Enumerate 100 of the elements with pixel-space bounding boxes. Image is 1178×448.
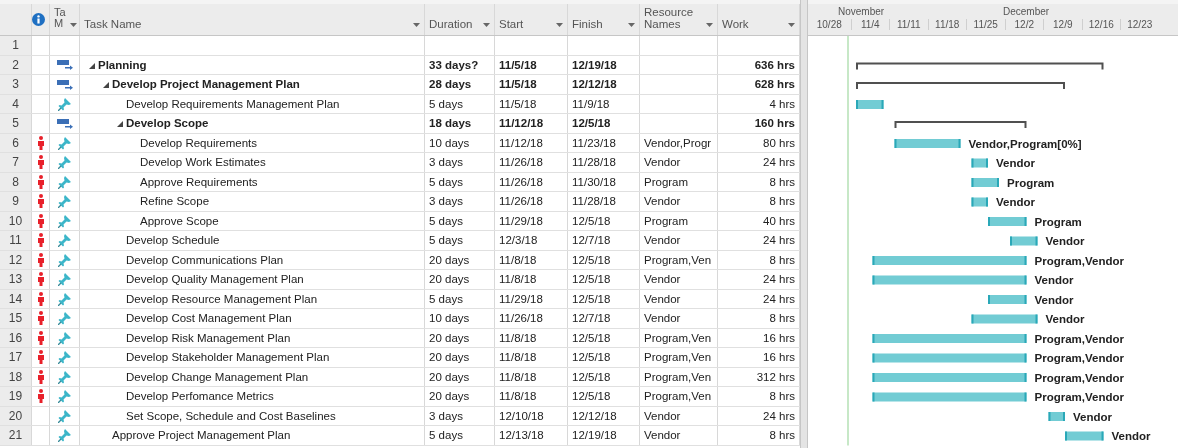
column-header[interactable]: Task Name [84,18,142,30]
resource-names: Program,Ven [644,253,712,266]
bar-label: Vendor [996,196,1035,208]
task-bar[interactable] [971,158,988,168]
row-number: 1 [12,38,19,53]
resource-names: Vendor [644,312,681,325]
task-name: Planning [98,58,147,71]
finish-date: 11/28/18 [572,195,616,208]
column-header[interactable]: Resource Names [644,5,696,30]
task-bar[interactable] [872,334,1027,343]
start-date: 11/29/18 [499,292,543,305]
finish-date: 12/5/18 [572,390,611,403]
row-number: 19 [8,389,23,404]
week-label: 12/23 [1127,19,1153,30]
duration-cell: 28 days [429,78,472,91]
task-bar[interactable] [971,178,999,187]
task-name: Develop Change Management Plan [126,370,309,383]
column-header[interactable]: Finish [572,18,603,30]
task-bar[interactable] [856,100,884,109]
task-bar[interactable] [971,197,988,207]
start-date: 11/12/18 [499,117,544,130]
task-bar[interactable] [1048,412,1065,421]
splitter-bar[interactable] [800,0,808,448]
dropdown-caret-icon[interactable] [483,23,490,27]
dropdown-caret-icon[interactable] [556,23,563,27]
task-bar[interactable] [1065,431,1104,441]
resource-names: Program [644,214,689,227]
start-date: 11/26/18 [499,175,543,188]
task-bar[interactable] [988,295,1027,304]
duration-cell: 3 days [429,195,463,208]
resource-names: Vendor,Progr [644,136,712,149]
task-bar[interactable] [988,217,1027,226]
finish-date: 12/12/18 [572,409,617,422]
week-label: 10/28 [816,19,842,30]
task-name: Develop Scope [126,117,209,130]
row-number: 15 [8,311,23,326]
resource-names: Vendor [644,292,681,305]
dropdown-caret-icon[interactable] [706,23,713,27]
duration-cell: 3 days [429,409,463,422]
start-date: 11/8/18 [499,331,537,344]
task-bar[interactable] [1010,236,1038,246]
task-name: Set Scope, Schedule and Cost Baselines [126,409,336,422]
start-date: 11/8/18 [499,370,537,383]
bar-label: Vendor [1073,410,1112,423]
column-header[interactable]: Duration [429,18,473,30]
summary-bar[interactable] [856,62,1104,71]
task-bar[interactable] [872,373,1027,382]
work-hours: 8 hrs [769,429,795,442]
task-bar[interactable] [894,139,961,148]
row-number: 5 [12,116,19,131]
week-label: 12/9 [1053,19,1073,30]
finish-date: 12/5/18 [572,292,611,305]
dropdown-caret-icon[interactable] [788,23,795,27]
summary-bar[interactable] [894,121,1027,129]
work-hours: 40 hrs [763,214,795,227]
task-bar[interactable] [872,256,1027,265]
work-hours: 24 hrs [763,156,795,169]
duration-cell: 20 days [429,273,470,286]
task-name: Develop Resource Management Plan [126,292,318,305]
finish-date: 11/28/18 [572,156,616,169]
work-hours: 4 hrs [769,97,795,110]
row-number: 18 [8,369,23,384]
row-number: 16 [8,330,23,345]
task-name: Develop Communications Plan [126,253,284,266]
task-bar[interactable] [971,314,1038,324]
finish-date: 12/5/18 [572,331,611,344]
collapse-triangle-icon[interactable] [103,82,109,89]
bar-label: Vendor [996,157,1035,169]
finish-date: 11/23/18 [572,136,616,149]
bar-label: Vendor [1045,235,1085,247]
collapse-triangle-icon[interactable] [117,121,123,128]
finish-date: 12/7/18 [572,234,611,247]
duration-cell: 10 days [429,136,470,149]
start-date: 12/13/18 [499,429,544,442]
dropdown-caret-icon[interactable] [628,23,635,27]
task-bar[interactable] [872,392,1027,402]
column-header[interactable]: Start [499,18,524,30]
work-hours: 8 hrs [769,175,795,188]
task-bar[interactable] [872,353,1027,363]
resource-names: Vendor [644,409,681,422]
bar-label: Vendor [1034,293,1074,306]
column-header[interactable]: Ta M [54,6,68,30]
bar-label: Vendor [1111,430,1151,442]
duration-cell: 5 days [429,214,463,227]
finish-date: 12/12/18 [572,78,617,91]
duration-cell: 20 days [429,370,470,383]
start-date: 11/29/18 [499,214,543,227]
task-name: Develop Cost Management Plan [126,312,292,325]
task-bar[interactable] [872,275,1027,285]
week-label: 11/25 [973,19,998,30]
dropdown-caret-icon[interactable] [70,23,77,27]
summary-bar[interactable] [856,82,1065,90]
month-label: November [838,6,885,17]
row-number: 9 [12,194,19,209]
dropdown-caret-icon[interactable] [413,23,420,27]
collapse-triangle-icon[interactable] [89,62,95,69]
work-hours: 312 hrs [756,370,795,383]
task-name: Develop Schedule [126,234,220,247]
resource-names: Vendor [644,156,681,169]
column-header[interactable]: Work [722,18,749,30]
